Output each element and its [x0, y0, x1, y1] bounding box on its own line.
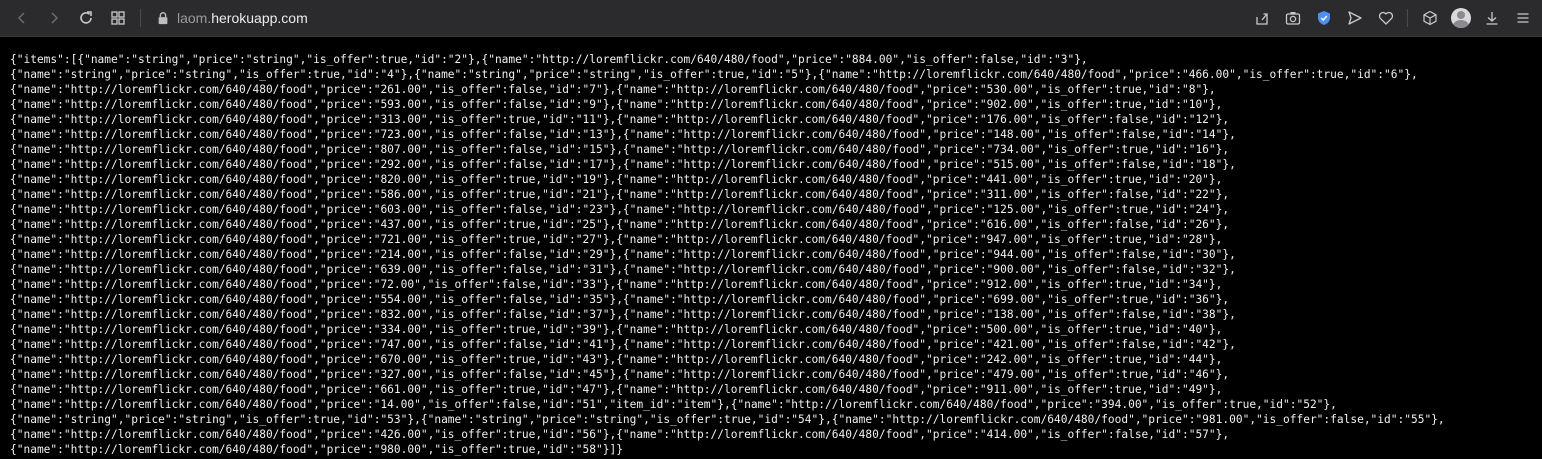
send-icon[interactable] [1339, 4, 1370, 32]
json-line: {"name":"http://loremflickr.com/640/480/… [10, 443, 623, 456]
json-line: {"name":"http://loremflickr.com/640/480/… [10, 293, 1230, 306]
speed-dial-icon[interactable] [102, 4, 134, 32]
json-line: {"name":"http://loremflickr.com/640/480/… [10, 158, 1236, 171]
toolbar-divider [1407, 9, 1408, 27]
json-line: {"name":"http://loremflickr.com/640/480/… [10, 188, 1230, 201]
heart-icon[interactable] [1370, 4, 1401, 32]
json-line: {"name":"http://loremflickr.com/640/480/… [10, 203, 1230, 216]
avatar [1450, 8, 1471, 28]
json-line: {"name":"http://loremflickr.com/640/480/… [10, 308, 1236, 321]
cube-icon[interactable] [1414, 4, 1445, 32]
back-arrow-icon[interactable] [6, 4, 38, 32]
profile-avatar[interactable] [1445, 4, 1476, 32]
reload-icon[interactable] [70, 4, 102, 32]
json-line: {"name":"http://loremflickr.com/640/480/… [10, 218, 1230, 231]
json-line: {"name":"http://loremflickr.com/640/480/… [10, 113, 1230, 126]
json-line: {"name":"string","price":"string","is_of… [10, 413, 1445, 426]
address-bar[interactable]: laom. herokuapp.com [149, 4, 308, 32]
json-line: {"name":"http://loremflickr.com/640/480/… [10, 98, 1223, 111]
json-line: {"name":"http://loremflickr.com/640/480/… [10, 278, 1223, 291]
camera-icon[interactable] [1277, 4, 1308, 32]
toolbar-divider [140, 9, 141, 27]
url-domain: herokuapp.com [211, 10, 308, 26]
download-icon[interactable] [1476, 4, 1507, 32]
share-icon[interactable] [1246, 4, 1277, 32]
json-line: {"name":"http://loremflickr.com/640/480/… [10, 248, 1236, 261]
json-line: {"name":"http://loremflickr.com/640/480/… [10, 398, 1337, 411]
json-line: {"name":"http://loremflickr.com/640/480/… [10, 128, 1236, 141]
json-line: {"name":"http://loremflickr.com/640/480/… [10, 338, 1236, 351]
json-line: {"name":"http://loremflickr.com/640/480/… [10, 233, 1223, 246]
json-line: {"name":"http://loremflickr.com/640/480/… [10, 143, 1230, 156]
lock-icon[interactable] [149, 11, 177, 25]
brave-shield-icon[interactable] [1308, 4, 1339, 32]
url-subdomain: laom. [177, 10, 212, 26]
json-line: {"name":"http://loremflickr.com/640/480/… [10, 263, 1236, 276]
json-line: {"items":[{"name":"string","price":"stri… [10, 53, 1088, 66]
browser-toolbar: laom. herokuapp.com [0, 0, 1542, 37]
json-line: {"name":"http://loremflickr.com/640/480/… [10, 353, 1223, 366]
json-line: {"name":"http://loremflickr.com/640/480/… [10, 173, 1223, 186]
forward-arrow-icon[interactable] [38, 4, 70, 32]
json-line: {"name":"http://loremflickr.com/640/480/… [10, 83, 1216, 96]
json-line: {"name":"http://loremflickr.com/640/480/… [10, 428, 1230, 441]
page-content: {"items":[{"name":"string","price":"stri… [0, 37, 1542, 459]
json-line: {"name":"http://loremflickr.com/640/480/… [10, 368, 1230, 381]
json-line: {"name":"http://loremflickr.com/640/480/… [10, 323, 1223, 336]
json-response-text: {"items":[{"name":"string","price":"stri… [10, 52, 1445, 457]
json-line: {"name":"string","price":"string","is_of… [10, 68, 1418, 81]
menu-icon[interactable] [1507, 4, 1538, 32]
json-line: {"name":"http://loremflickr.com/640/480/… [10, 383, 1223, 396]
